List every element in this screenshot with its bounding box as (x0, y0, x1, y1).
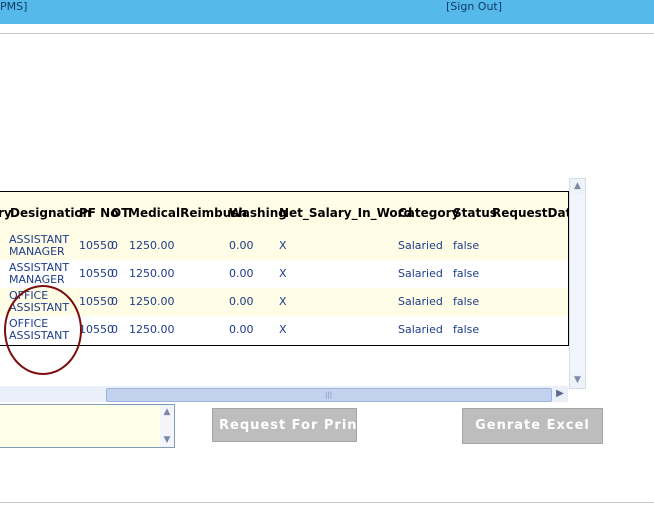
cell-status: false (453, 295, 480, 308)
cell-medical: 1250.00 (129, 239, 175, 252)
generate-excel-button[interactable]: Genrate Excel (462, 408, 603, 444)
col-header-request-date[interactable]: RequestDate (492, 206, 568, 220)
cell-status: false (453, 267, 480, 280)
pms-link[interactable]: PMS] (0, 0, 27, 13)
remarks-textarea[interactable]: ▲ ▼ (0, 404, 175, 448)
cell-washing: 0.00 (229, 323, 254, 336)
cell-ot: 0 (111, 239, 118, 252)
cell-ot: 0 (111, 267, 118, 280)
header-divider (0, 33, 654, 34)
chevron-down-icon[interactable]: ▼ (160, 435, 174, 445)
cell-net-salary-word: X (279, 295, 287, 308)
grid-vertical-scrollbar[interactable]: ▲ ▼ (569, 178, 586, 389)
cell-status: false (453, 239, 480, 252)
sign-out-link[interactable]: [Sign Out] (446, 0, 502, 13)
cell-category: Salaried (398, 323, 443, 336)
cell-pf-no: 10550 (79, 323, 114, 336)
table-row[interactable]: ASSISTANT MANAGER 10550 0 1250.00 0.00 X … (0, 232, 568, 260)
cell-category: Salaried (398, 295, 443, 308)
chevron-up-icon[interactable]: ▲ (570, 179, 585, 194)
cell-pf-no: 10550 (79, 239, 114, 252)
cell-medical: 1250.00 (129, 323, 175, 336)
cell-net-salary-word: X (279, 239, 287, 252)
cell-washing: 0.00 (229, 239, 254, 252)
grid-header-row: ry Designation PF No OT MedicalReimbush … (0, 192, 568, 232)
chevron-down-icon[interactable]: ▼ (570, 373, 585, 388)
table-row[interactable]: OFFICE ASSISTANT 10550 0 1250.00 0.00 X S… (0, 316, 568, 344)
chevron-right-icon[interactable]: ▶ (552, 386, 568, 402)
cell-designation: ASSISTANT MANAGER (9, 261, 70, 286)
col-header-ot[interactable]: OT (111, 206, 129, 220)
footer-divider (0, 502, 654, 503)
cell-pf-no: 10550 (79, 267, 114, 280)
col-header-status[interactable]: Status (453, 206, 497, 220)
table-row[interactable]: ASSISTANT MANAGER 10550 0 1250.00 0.00 X … (0, 260, 568, 288)
cell-status: false (453, 323, 480, 336)
cell-washing: 0.00 (229, 267, 254, 280)
cell-category: Salaried (398, 239, 443, 252)
cell-medical: 1250.00 (129, 295, 175, 308)
textarea-scrollbar[interactable]: ▲ ▼ (160, 405, 174, 447)
table-row[interactable]: OFFICE ASSISTANT 10550 0 1250.00 0.00 X S… (0, 288, 568, 316)
col-header-net-salary-word[interactable]: Net_Salary_In_Word (279, 206, 412, 220)
cell-washing: 0.00 (229, 295, 254, 308)
col-header-category[interactable]: Category (398, 206, 459, 220)
top-nav-bar: PMS] [Sign Out] (0, 0, 654, 24)
cell-net-salary-word: X (279, 323, 287, 336)
cell-net-salary-word: X (279, 267, 287, 280)
grid-horizontal-scrollbar[interactable]: ||| ▶ (0, 386, 568, 402)
scrollbar-thumb[interactable]: ||| (106, 388, 552, 402)
annotation-circle (4, 285, 82, 375)
cell-ot: 0 (111, 295, 118, 308)
scrollbar-grip-icon: ||| (325, 391, 333, 399)
cell-ot: 0 (111, 323, 118, 336)
cell-medical: 1250.00 (129, 267, 175, 280)
chevron-up-icon[interactable]: ▲ (160, 407, 174, 417)
cell-category: Salaried (398, 267, 443, 280)
salary-grid: ry Designation PF No OT MedicalReimbush … (0, 191, 569, 346)
cell-pf-no: 10550 (79, 295, 114, 308)
salary-grid-panel: ry Designation PF No OT MedicalReimbush … (0, 178, 586, 404)
cell-designation: ASSISTANT MANAGER (9, 233, 70, 258)
request-for-print-button[interactable]: Request For Print (212, 408, 357, 442)
